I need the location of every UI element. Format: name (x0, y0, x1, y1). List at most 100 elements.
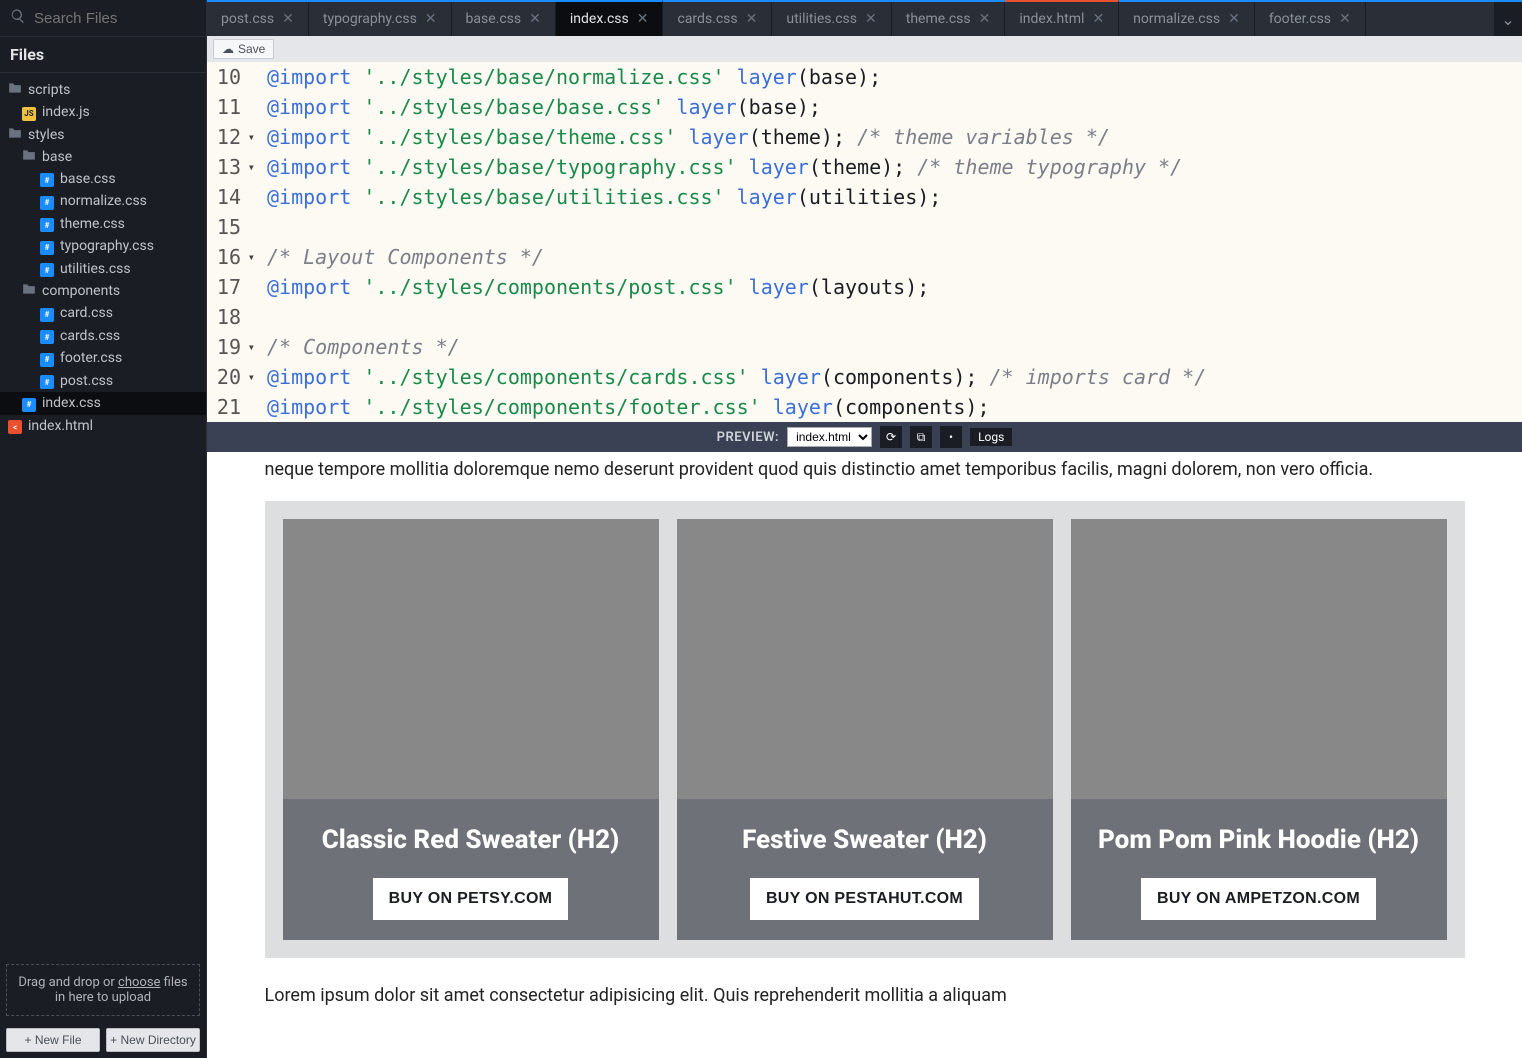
line-number: 12 (207, 122, 255, 152)
tab-index-html[interactable]: index.html✕ (1005, 0, 1119, 36)
tab-label: post.css (221, 11, 274, 27)
close-icon[interactable]: ✕ (425, 11, 437, 27)
close-icon[interactable]: ✕ (282, 11, 294, 27)
close-icon[interactable]: ✕ (979, 11, 991, 27)
code-line[interactable]: @import '../styles/base/utilities.css' l… (267, 182, 1522, 212)
line-number: 19 (207, 332, 255, 362)
sidebar: Files scriptsJSindex.jsstylesbase#base.c… (0, 0, 207, 1058)
tab-cards-css[interactable]: cards.css✕ (663, 2, 772, 36)
close-icon[interactable]: ✕ (1339, 11, 1351, 27)
tree-item-base[interactable]: base (0, 146, 206, 168)
product-card: Pom Pom Pink Hoodie (H2)BUY ON AMPETZON.… (1071, 519, 1447, 940)
tab-post-css[interactable]: post.css ✕ (207, 2, 309, 36)
close-icon[interactable]: ✕ (1092, 11, 1104, 27)
css-icon: # (40, 373, 54, 390)
tree-item-utilities-css[interactable]: #utilities.css (0, 258, 206, 281)
popout-icon[interactable]: ⧉ (910, 426, 932, 448)
code-line[interactable]: @import '../styles/base/normalize.css' l… (267, 62, 1522, 92)
new-directory-button[interactable]: + New Directory (106, 1028, 200, 1052)
line-number: 14 (207, 182, 255, 212)
tree-item-label: card.css (60, 305, 113, 321)
code-line[interactable]: @import '../styles/components/footer.css… (267, 392, 1522, 422)
search-bar (0, 0, 206, 37)
editor-code[interactable]: @import '../styles/base/normalize.css' l… (261, 62, 1522, 422)
tree-item-styles[interactable]: styles (0, 124, 206, 146)
code-line[interactable]: @import '../styles/components/cards.css'… (267, 362, 1522, 392)
tree-item-label: scripts (28, 82, 70, 98)
line-number: 17 (207, 272, 255, 302)
dropzone-text-pre: Drag and drop or (18, 975, 118, 990)
code-line[interactable]: @import '../styles/base/base.css' layer(… (267, 92, 1522, 122)
tab-index-css[interactable]: index.css ✕ (556, 0, 664, 36)
preview-file-select[interactable]: index.html (787, 427, 872, 447)
dot-icon[interactable]: • (940, 426, 962, 448)
tree-item-scripts[interactable]: scripts (0, 79, 206, 101)
tab-base-css[interactable]: base.css✕ (452, 2, 556, 36)
tree-item-index-html[interactable]: <index.html (0, 415, 206, 438)
tab-label: index.css (570, 11, 629, 27)
html-icon: < (8, 418, 22, 435)
para-1: neque tempore mollitia doloremque nemo d… (265, 456, 1465, 483)
preview-label: PREVIEW: (717, 430, 779, 445)
tree-item-typography-css[interactable]: # typography.css (0, 235, 206, 258)
buy-button[interactable]: BUY ON PESTAHUT.COM (750, 878, 979, 920)
tree-item-index-css[interactable]: #index.css (0, 392, 206, 415)
line-number: 21 (207, 392, 255, 422)
new-file-button[interactable]: + New File (6, 1028, 100, 1052)
tree-item-label: cards.css (60, 328, 120, 344)
tree-item-theme-css[interactable]: #theme.css (0, 213, 206, 236)
code-line[interactable]: @import '../styles/base/theme.css' layer… (267, 122, 1522, 152)
save-button[interactable]: ☁ Save (213, 39, 274, 59)
tree-item-cards-css[interactable]: #cards.css (0, 325, 206, 348)
tab-label: utilities.css (786, 11, 857, 27)
refresh-icon[interactable]: ⟳ (880, 426, 902, 448)
product-title: Classic Red Sweater (H2) (322, 821, 619, 860)
tab-label: normalize.css (1133, 11, 1220, 27)
tree-item-post-css[interactable]: #post.css (0, 370, 206, 393)
code-line[interactable]: @import '../styles/components/post.css' … (267, 272, 1522, 302)
code-line[interactable]: /* Components */ (267, 332, 1522, 362)
tab-utilities-css[interactable]: utilities.css ✕ (772, 2, 891, 36)
tab-theme-css[interactable]: theme.css✕ (892, 2, 1006, 36)
code-line[interactable] (267, 302, 1522, 332)
search-input[interactable] (34, 10, 233, 27)
code-editor[interactable]: 101112131415161718192021 @import '../sty… (207, 62, 1522, 422)
tree-item-footer-css[interactable]: #footer.css (0, 347, 206, 370)
main: post.css✕typography.css✕base.css✕index.c… (207, 0, 1522, 1058)
close-icon[interactable]: ✕ (746, 11, 758, 27)
folder-icon (8, 127, 22, 143)
close-icon[interactable]: ✕ (637, 11, 649, 27)
search-icon (10, 8, 26, 28)
choose-link[interactable]: choose (118, 975, 160, 990)
product-image (677, 519, 1053, 799)
close-icon[interactable]: ✕ (865, 11, 877, 27)
logs-button[interactable]: Logs (970, 428, 1012, 446)
tab-overflow-icon[interactable]: ⌄ (1494, 2, 1522, 36)
drop-zone[interactable]: Drag and drop or choose files in here to… (6, 964, 200, 1016)
css-icon: # (40, 238, 54, 255)
code-line[interactable]: @import '../styles/base/typography.css' … (267, 152, 1522, 182)
line-number: 16 (207, 242, 255, 272)
close-icon[interactable]: ✕ (1228, 11, 1240, 27)
para-2: Lorem ipsum dolor sit amet consectetur a… (265, 982, 1465, 1009)
code-line[interactable]: /* Layout Components */ (267, 242, 1522, 272)
code-line[interactable] (267, 212, 1522, 242)
tab-footer-css[interactable]: footer.css✕ (1255, 2, 1366, 36)
folder-icon (8, 82, 22, 98)
tab-label: typography.css (323, 11, 417, 27)
tab-typography-css[interactable]: typography.css ✕ (309, 2, 452, 36)
tree-item-base-css[interactable]: #base.css (0, 168, 206, 191)
cloud-icon: ☁ (222, 42, 234, 56)
tree-item-normalize-css[interactable]: #normalize.css (0, 190, 206, 213)
tree-item-index-js[interactable]: JSindex.js (0, 101, 206, 124)
buy-button[interactable]: BUY ON PETSY.COM (373, 878, 569, 920)
css-icon: # (40, 193, 54, 210)
preview-bar: PREVIEW: index.html ⟳ ⧉ • Logs (207, 422, 1522, 452)
tree-item-card-css[interactable]: #card.css (0, 302, 206, 325)
buy-button[interactable]: BUY ON AMPETZON.COM (1141, 878, 1376, 920)
tree-item-label: typography.css (60, 238, 154, 254)
preview-pane[interactable]: neque tempore mollitia doloremque nemo d… (207, 452, 1522, 1058)
tab-normalize-css[interactable]: normalize.css ✕ (1119, 2, 1255, 36)
tree-item-components[interactable]: components (0, 280, 206, 302)
close-icon[interactable]: ✕ (529, 11, 541, 27)
